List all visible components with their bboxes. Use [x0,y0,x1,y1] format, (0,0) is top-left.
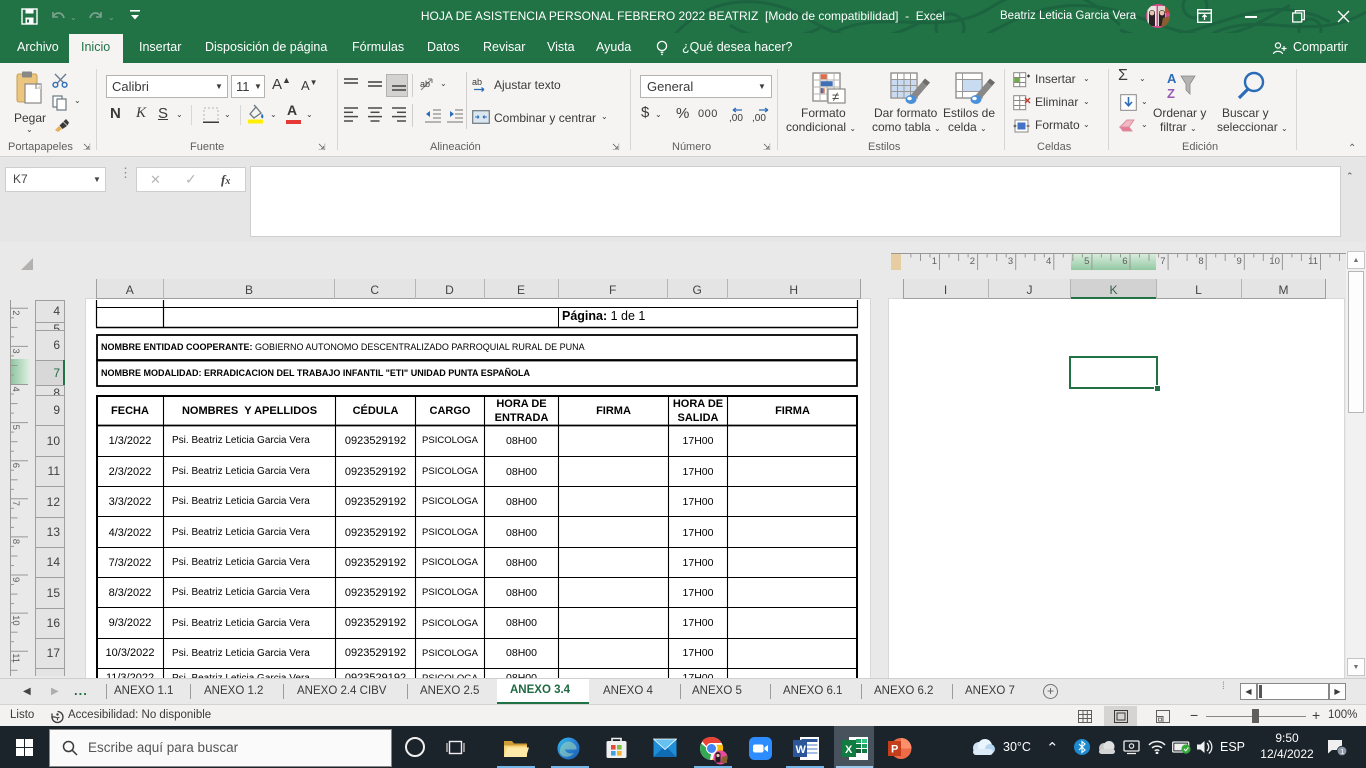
svg-text:P: P [891,744,898,756]
svg-text:Z: Z [1167,86,1175,101]
svg-text:,00: ,00 [729,113,743,124]
svg-text:X: X [845,744,853,756]
svg-text:ab: ab [472,77,482,87]
svg-text:≠: ≠ [832,89,839,104]
svg-text:ab: ab [420,79,430,89]
svg-text:W: W [796,744,807,756]
svg-text:,00: ,00 [752,113,766,124]
svg-text:1: 1 [1340,747,1344,756]
svg-text:A: A [1167,71,1177,86]
